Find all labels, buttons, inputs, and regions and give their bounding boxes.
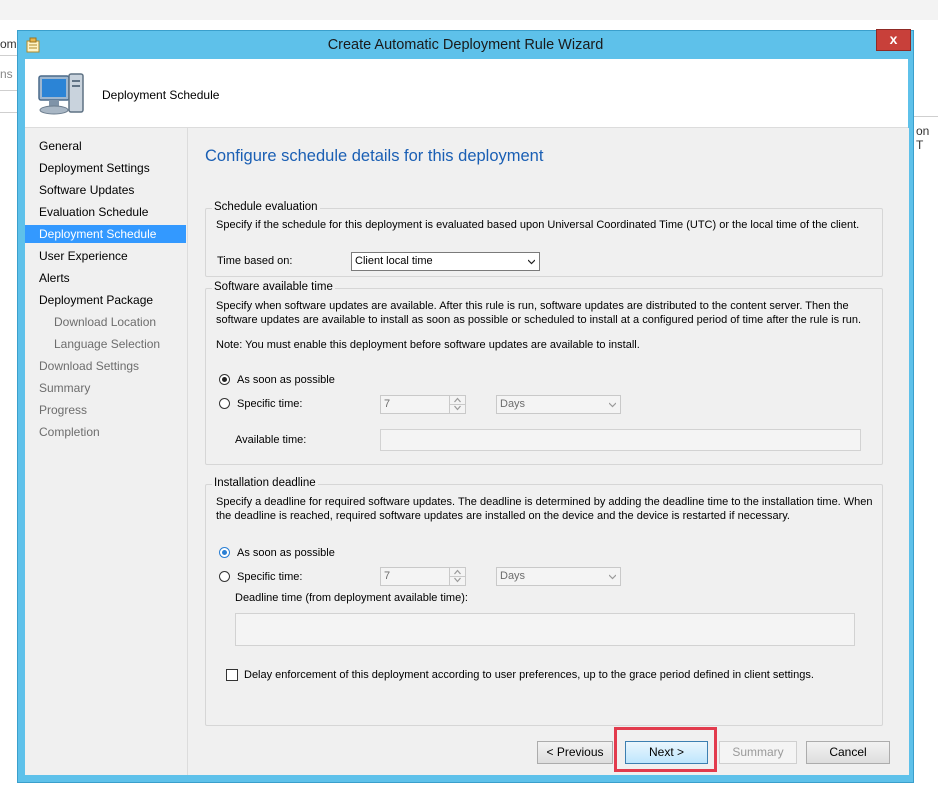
deadline-asap-radio[interactable]	[219, 547, 230, 558]
available-unit-select[interactable]: Days	[496, 395, 621, 414]
schedule-evaluation-group: Schedule evaluation Specify if the sched…	[205, 201, 883, 277]
deadline-specific-radio[interactable]	[219, 571, 230, 582]
available-time-field	[380, 429, 861, 451]
deadline-unit-select[interactable]: Days	[496, 567, 621, 586]
background-divider	[0, 112, 17, 113]
nav-item-download-location[interactable]: Download Location	[25, 313, 186, 331]
previous-button[interactable]: < Previous	[537, 741, 613, 764]
page-heading: Configure schedule details for this depl…	[205, 147, 544, 165]
dialog-client-area: Deployment Schedule General Deployment S…	[25, 59, 909, 775]
time-based-on-label: Time based on:	[217, 255, 293, 267]
chevron-down-icon	[528, 259, 535, 265]
computer-icon	[38, 73, 84, 115]
stepper-value: 7	[384, 398, 391, 410]
nav-item-download-settings[interactable]: Download Settings	[25, 357, 186, 375]
deadline-time-field	[235, 613, 855, 646]
deadline-specific-stepper[interactable]: 7	[380, 567, 466, 586]
background-band	[0, 20, 938, 30]
background-toolbar	[0, 0, 938, 21]
deadline-description-line1: Specify a deadline for required software…	[216, 496, 873, 508]
stepper-buttons	[449, 396, 465, 413]
background-text-fragment: ns	[0, 67, 13, 81]
background-divider	[0, 55, 17, 56]
deadline-description-line2: the deadline is reached, required softwa…	[216, 510, 790, 522]
nav-item-deployment-settings[interactable]: Deployment Settings	[25, 159, 186, 177]
group-title: Software available time	[212, 281, 335, 293]
background-divider	[0, 90, 17, 91]
wizard-dialog: Create Automatic Deployment Rule Wizard …	[17, 29, 914, 783]
spin-down-icon[interactable]	[450, 576, 465, 584]
nav-item-completion[interactable]: Completion	[25, 423, 186, 441]
time-based-on-value: Client local time	[355, 255, 433, 267]
group-title: Schedule evaluation	[212, 201, 320, 213]
group-title: Installation deadline	[212, 477, 318, 489]
chevron-down-icon	[609, 402, 616, 408]
nav-item-general[interactable]: General	[25, 137, 186, 155]
wizard-page-content: Configure schedule details for this depl…	[187, 128, 909, 775]
stepper-buttons	[449, 568, 465, 585]
chevron-down-icon	[609, 574, 616, 580]
available-time-label: Available time:	[235, 434, 307, 446]
wizard-nav: General Deployment Settings Software Upd…	[25, 128, 186, 775]
installation-deadline-group: Installation deadline Specify a deadline…	[205, 477, 883, 726]
unit-value: Days	[500, 398, 526, 410]
stepper-value: 7	[384, 570, 391, 582]
available-note: Note: You must enable this deployment be…	[216, 339, 640, 351]
nav-item-alerts[interactable]: Alerts	[25, 269, 186, 287]
delay-enforcement-checkbox[interactable]	[226, 669, 238, 681]
deadline-asap-label[interactable]: As soon as possible	[237, 546, 335, 560]
summary-button[interactable]: Summary	[719, 741, 797, 764]
available-description-line2: software updates are available to instal…	[216, 314, 862, 326]
available-specific-stepper[interactable]: 7	[380, 395, 466, 414]
next-button-highlight	[614, 727, 717, 772]
unit-value: Days	[500, 570, 526, 582]
window-title: Create Automatic Deployment Rule Wizard	[327, 37, 604, 53]
cancel-button[interactable]: Cancel	[806, 741, 890, 764]
background-text-fragment: om	[0, 37, 17, 51]
available-specific-label[interactable]: Specific time:	[237, 397, 302, 411]
available-asap-radio[interactable]	[219, 374, 230, 385]
available-asap-label[interactable]: As soon as possible	[237, 373, 335, 387]
nav-item-software-updates[interactable]: Software Updates	[25, 181, 186, 199]
delay-enforcement-label[interactable]: Delay enforcement of this deployment acc…	[244, 668, 814, 682]
wizard-header: Deployment Schedule	[25, 59, 908, 128]
deadline-specific-label[interactable]: Specific time:	[237, 570, 302, 584]
nav-item-user-experience[interactable]: User Experience	[25, 247, 186, 265]
header-title: Deployment Schedule	[102, 88, 220, 102]
nav-item-summary[interactable]: Summary	[25, 379, 186, 397]
nav-item-progress[interactable]: Progress	[25, 401, 186, 419]
close-button[interactable]: x	[876, 29, 911, 51]
available-specific-radio[interactable]	[219, 398, 230, 409]
spin-down-icon[interactable]	[450, 404, 465, 412]
background-divider	[913, 116, 938, 117]
nav-item-deployment-package[interactable]: Deployment Package	[25, 291, 186, 309]
nav-item-evaluation-schedule[interactable]: Evaluation Schedule	[25, 203, 186, 221]
schedule-evaluation-description: Specify if the schedule for this deploym…	[216, 219, 860, 231]
time-based-on-select[interactable]: Client local time	[351, 252, 540, 271]
deadline-time-label: Deadline time (from deployment available…	[235, 592, 468, 604]
background-text-fragment: on T	[916, 124, 930, 152]
nav-item-language-selection[interactable]: Language Selection	[25, 335, 186, 353]
available-description-line1: Specify when software updates are availa…	[216, 300, 849, 312]
title-bar[interactable]: Create Automatic Deployment Rule Wizard …	[18, 29, 913, 59]
software-available-time-group: Software available time Specify when sof…	[205, 281, 883, 465]
nav-item-deployment-schedule[interactable]: Deployment Schedule	[25, 225, 186, 243]
